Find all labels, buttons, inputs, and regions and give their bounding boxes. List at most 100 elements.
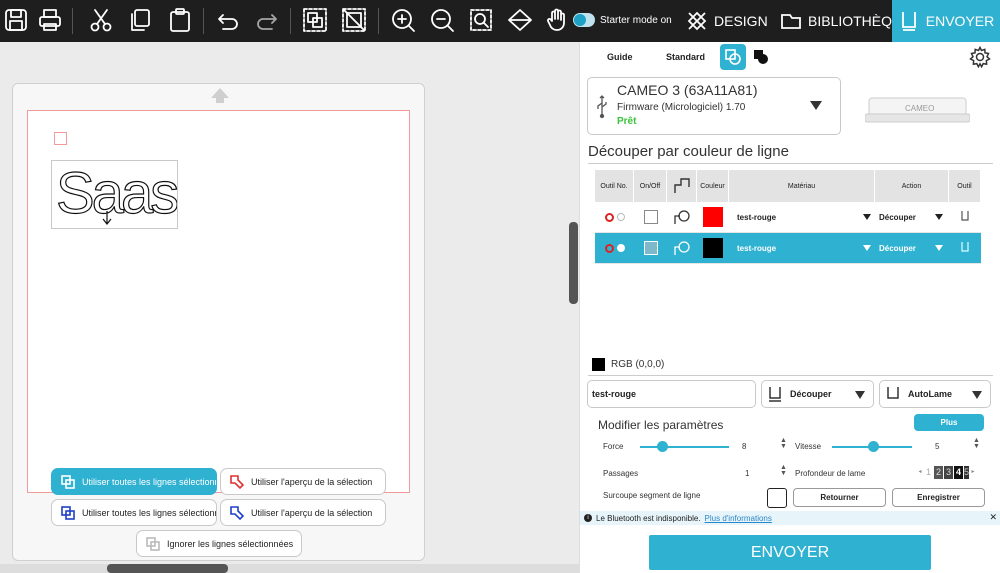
blade-depth-selector[interactable]: ◂ 1 2 3 4 5 ▸	[917, 466, 976, 479]
col-material: Matériau	[729, 170, 875, 202]
starter-mode-label: Starter mode on	[600, 14, 672, 26]
use-all-selected-lines-button-red[interactable]: Utiliser toutes les lignes sélectionnées	[51, 468, 217, 495]
depth-digit-selected: 4	[954, 466, 963, 479]
hand-icon[interactable]	[545, 7, 571, 33]
redo-icon[interactable]	[254, 7, 280, 33]
copy-icon[interactable]	[127, 7, 153, 33]
cut-icon[interactable]	[88, 7, 114, 33]
color-swatch	[697, 233, 729, 263]
button-label: Utiliser toutes les lignes sélectionnées	[82, 507, 216, 518]
gear-icon[interactable]	[969, 45, 991, 69]
on-off-checkbox[interactable]	[634, 202, 667, 232]
button-label: Utiliser l'aperçu de la sélection	[251, 476, 373, 487]
passes-stepper-icon[interactable]: ▲ ▼	[780, 464, 787, 477]
design-object[interactable]: Saas	[51, 160, 181, 229]
col-action: Action	[875, 170, 949, 202]
horizontal-scrollbar-track[interactable]	[0, 564, 579, 573]
device-name: CAMEO 3 (63A11A81)	[617, 82, 758, 98]
print-icon[interactable]	[37, 7, 63, 33]
color-swatch	[697, 202, 729, 232]
arrow-left-icon[interactable]: ◂	[917, 466, 923, 479]
action-dropdown-label: Découper	[790, 389, 832, 399]
zoom-fit-icon[interactable]	[468, 7, 494, 33]
save-icon[interactable]	[3, 7, 29, 33]
col-cut-icon	[667, 170, 697, 202]
mode-standard[interactable]: Standard	[666, 52, 705, 62]
force-stepper-icon[interactable]: ▲ ▼	[780, 437, 787, 450]
undo-icon[interactable]	[215, 7, 241, 33]
canvas-area[interactable]: Saas Utiliser toutes les lignes sélectio…	[0, 42, 579, 573]
design-text: Saas	[56, 161, 177, 226]
force-slider[interactable]	[640, 446, 729, 448]
tab-send[interactable]: ENVOYER	[892, 0, 1000, 42]
use-all-selected-lines-button-blue[interactable]: Utiliser toutes les lignes sélectionnées	[51, 499, 217, 526]
zoom-in-icon[interactable]	[390, 7, 416, 33]
tab-design-label: DESIGN	[714, 13, 768, 29]
save-button[interactable]: Enregistrer	[892, 488, 985, 507]
material-dropdown[interactable]: test-rouge	[587, 380, 756, 408]
material-label: test-rouge	[737, 212, 777, 222]
action-select[interactable]: Découper	[875, 202, 949, 232]
force-value: 8	[742, 442, 747, 451]
fill-mode-icon[interactable]	[752, 48, 770, 66]
overcut-checkbox[interactable]	[767, 488, 787, 508]
starter-mode-toggle[interactable]: Starter mode on	[573, 13, 672, 27]
on-off-checkbox[interactable]	[634, 233, 667, 263]
ungroup-icon[interactable]	[341, 7, 367, 33]
cut-style-icon[interactable]	[667, 233, 697, 263]
toggle-switch[interactable]	[573, 13, 595, 27]
table-row-selected[interactable]: test-rouge Découper	[595, 233, 981, 264]
device-selector[interactable]: CAMEO 3 (63A11A81) Firmware (Micrologici…	[587, 77, 841, 135]
plus-button[interactable]: Plus	[914, 414, 984, 431]
chevron-down-icon[interactable]	[810, 101, 822, 110]
zoom-out-icon[interactable]	[429, 7, 455, 33]
depth-digit: 3	[944, 466, 953, 479]
arrow-right-icon[interactable]: ▸	[970, 466, 976, 479]
col-tool-no: Outil No.	[595, 170, 634, 202]
horizontal-scrollbar[interactable]	[107, 564, 228, 573]
depth-digit: 1	[925, 467, 931, 477]
paper-area: Saas	[27, 110, 410, 493]
close-icon[interactable]: ✕	[989, 512, 997, 523]
action-dropdown[interactable]: Découper	[761, 380, 874, 408]
material-select[interactable]: test-rouge	[729, 202, 875, 232]
blade-icon	[949, 202, 981, 232]
line-color-mode-icon[interactable]	[720, 44, 746, 70]
table-header: Outil No. On/Off Couleur Matériau Action…	[595, 170, 981, 202]
tab-design[interactable]: DESIGN	[686, 0, 768, 42]
design-outline: Saas	[55, 160, 180, 226]
ignore-lines-icon	[146, 536, 160, 551]
more-info-link[interactable]: Plus d'informations	[705, 514, 772, 523]
passes-value: 1	[745, 469, 750, 478]
mode-guide[interactable]: Guide	[607, 52, 633, 62]
blade-dropdown[interactable]: AutoLame	[879, 380, 991, 408]
force-slider-knob[interactable]	[657, 441, 668, 452]
speed-stepper-icon[interactable]: ▲ ▼	[973, 437, 980, 450]
tool-radio[interactable]	[595, 202, 634, 232]
separator	[290, 8, 291, 34]
speed-slider-knob[interactable]	[868, 441, 879, 452]
table-row[interactable]: test-rouge Découper	[595, 202, 981, 233]
paste-icon[interactable]	[167, 7, 193, 33]
use-selection-preview-button-red[interactable]: Utiliser l'aperçu de la sélection	[220, 468, 386, 495]
blade-icon	[769, 387, 781, 402]
group-icon[interactable]	[302, 7, 328, 33]
send-button[interactable]: ENVOYER	[649, 535, 931, 570]
tool-radio[interactable]	[595, 233, 634, 263]
section-title: Découper par couleur de ligne	[588, 143, 789, 160]
usb-icon	[596, 95, 608, 119]
return-button[interactable]: Retourner	[793, 488, 886, 507]
cut-style-icon[interactable]	[667, 202, 697, 232]
cameo-machine-image: CAMEO	[864, 90, 971, 126]
blade-icon	[887, 387, 899, 399]
flip-icon[interactable]	[507, 7, 533, 33]
blade-icon	[949, 233, 981, 263]
material-select[interactable]: test-rouge	[729, 233, 875, 263]
col-on-off: On/Off	[634, 170, 667, 202]
action-select[interactable]: Découper	[875, 233, 949, 263]
use-selection-preview-button-blue[interactable]: Utiliser l'aperçu de la sélection	[220, 499, 386, 526]
vertical-scrollbar[interactable]	[569, 222, 578, 304]
ignore-selected-lines-button[interactable]: Ignorer les lignes sélectionnées	[136, 530, 302, 557]
divider	[588, 375, 993, 376]
blade-dropdown-label: AutoLame	[908, 389, 953, 399]
